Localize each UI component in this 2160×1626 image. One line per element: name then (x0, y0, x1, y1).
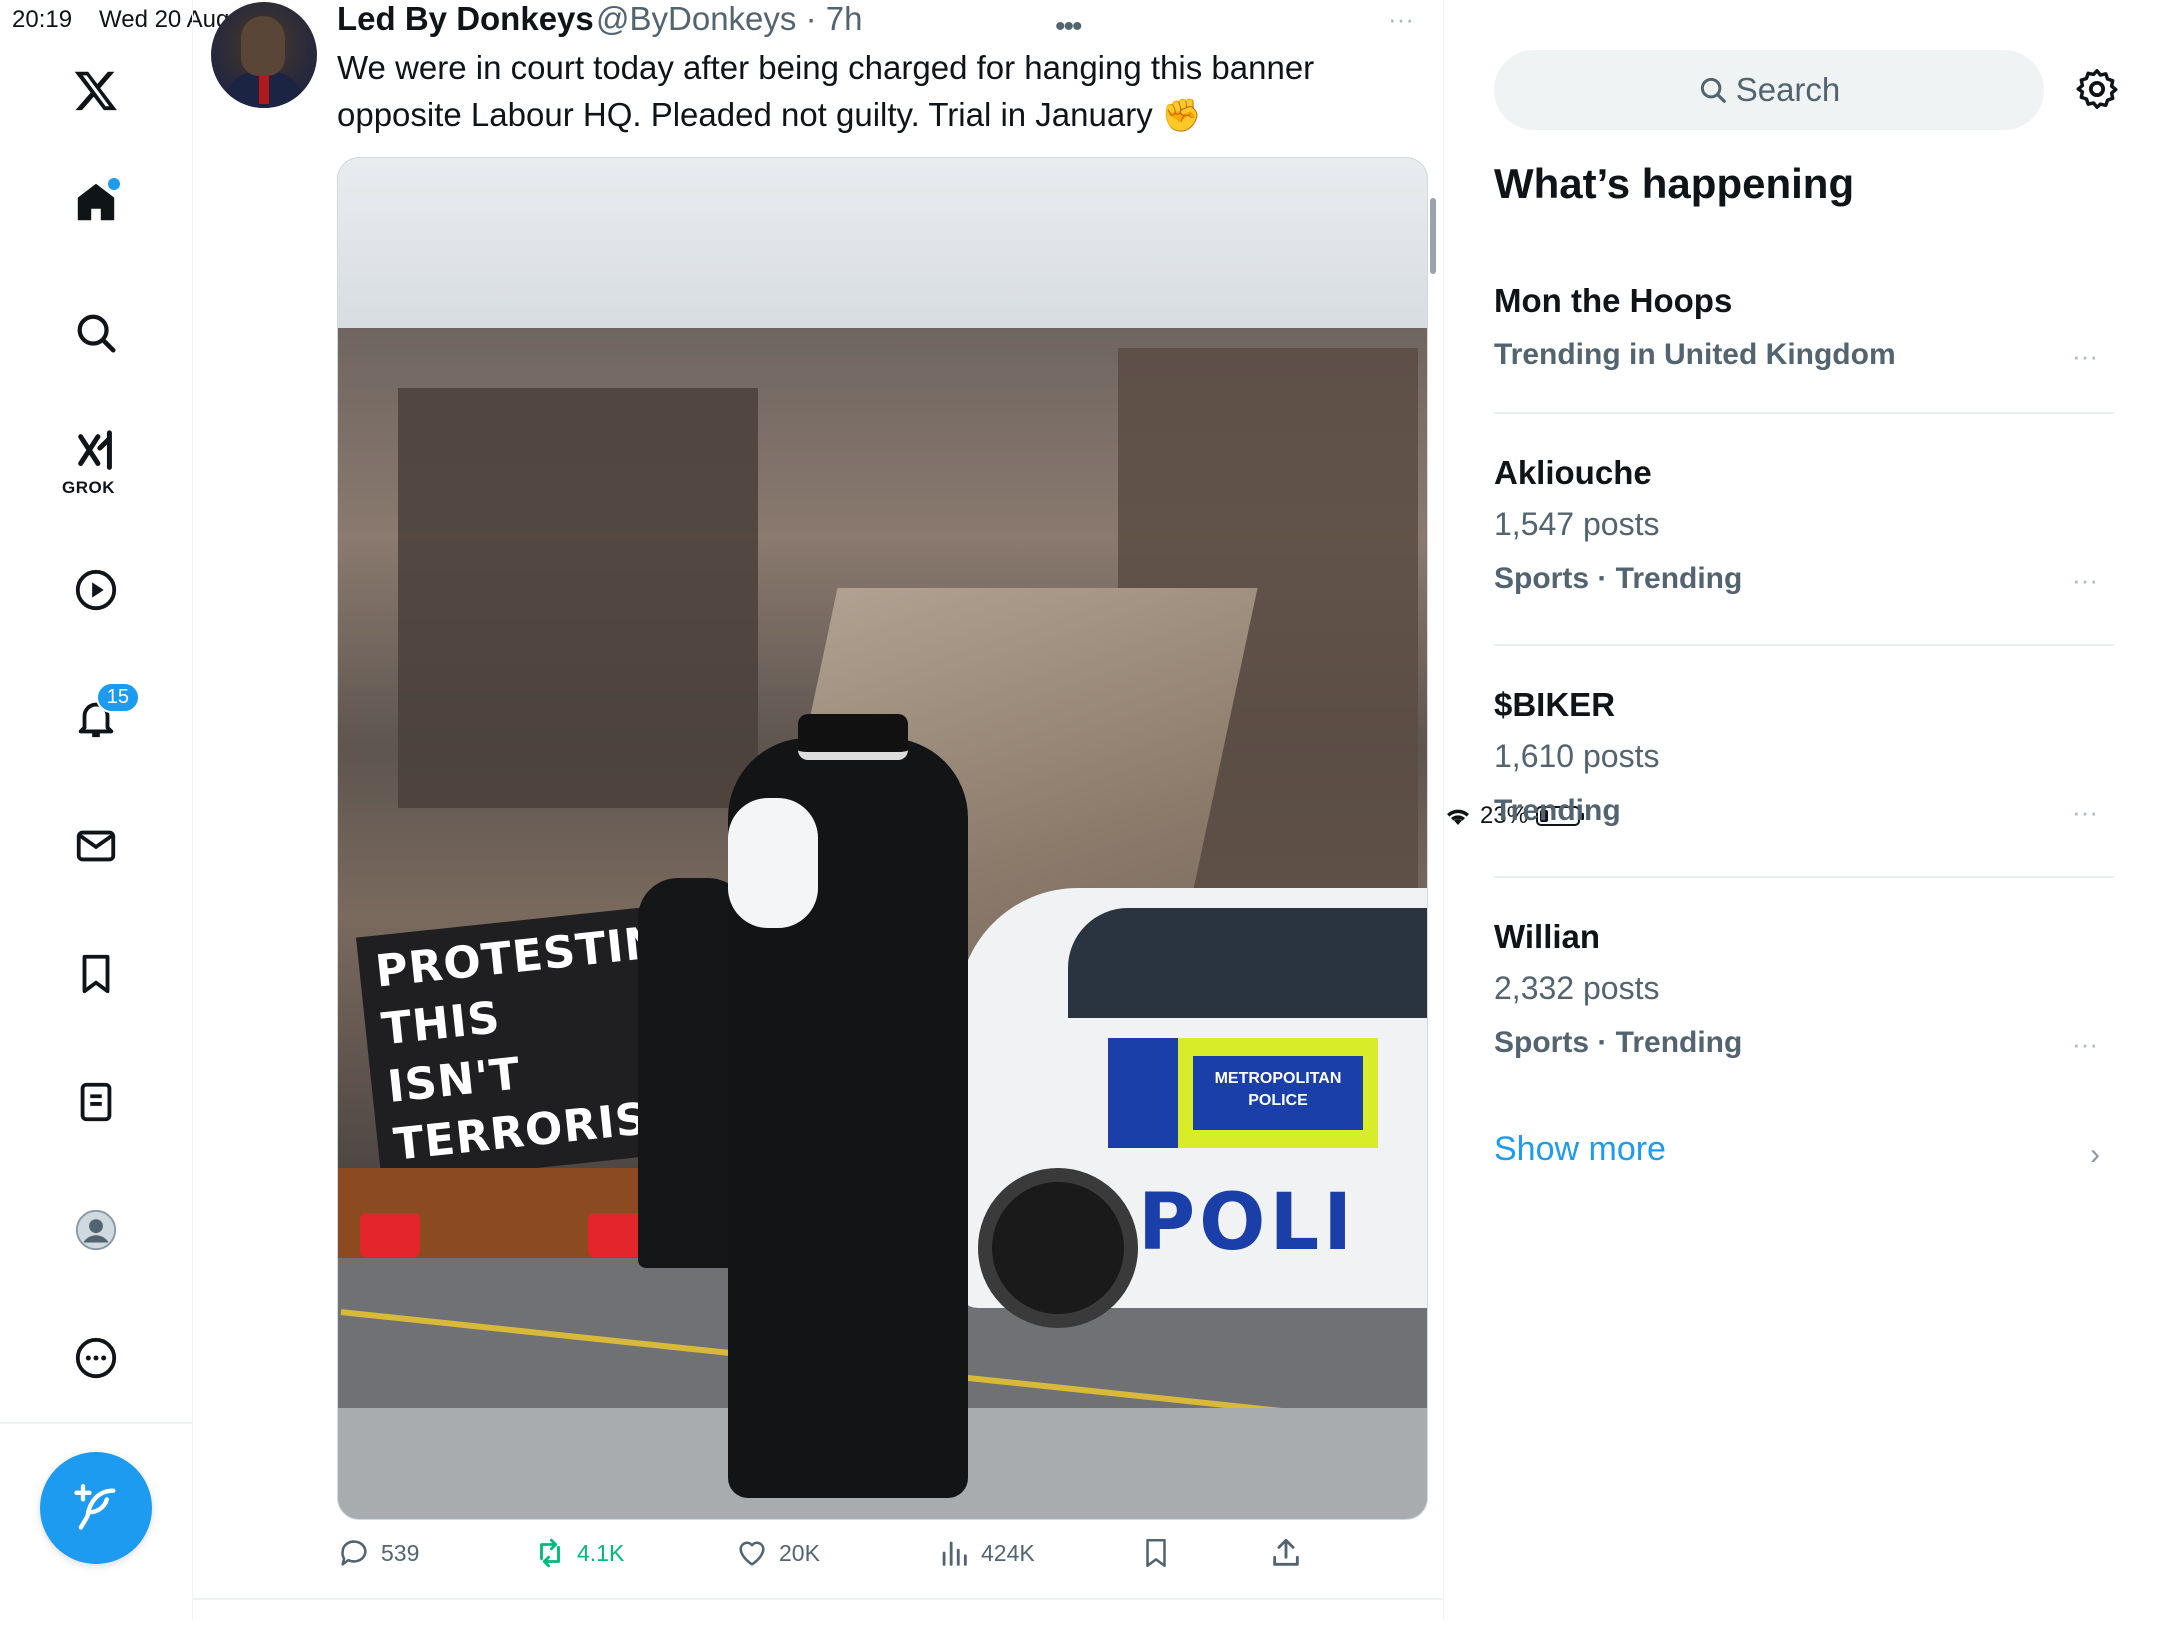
trend-category: Sports · Trending (1494, 562, 1743, 595)
trend-name: Mon the Hoops (1494, 282, 1733, 319)
search-icon[interactable] (68, 305, 124, 361)
reply-button[interactable]: 539 (337, 1536, 419, 1570)
notifications-badge: 15 (95, 682, 140, 713)
car-badge-line2: POLICE (1248, 1092, 1308, 1109)
search-placeholder: Search (1735, 71, 1841, 108)
trend-item[interactable]: Willian 2,332 posts Sports · Trending ··… (1494, 914, 2114, 1070)
like-button[interactable]: 20K (735, 1536, 820, 1570)
main-timeline: Led By Donkeys @ByDonkeys · 7h ••• ··· W… (193, 0, 1444, 1620)
left-nav: GROK 15 (0, 0, 193, 1620)
reply-count: 539 (381, 1539, 420, 1566)
raised-fist-emoji: ✊ (1161, 97, 1202, 133)
car-badge: METROPOLITAN POLICE (1193, 1056, 1363, 1130)
feather-plus-icon (74, 1484, 116, 1530)
trend-name: Willian (1494, 918, 1601, 955)
right-sidebar: Search What’s happening Mon the Hoops Tr… (1444, 0, 2160, 1620)
trend-name: $BIKER (1494, 686, 1616, 723)
home-unread-dot (108, 178, 120, 190)
tweet-text: We were in court today after being charg… (337, 44, 1347, 139)
police-shirt (728, 798, 818, 928)
trend-category: Trending in United Kingdom (1494, 338, 1896, 371)
car-wheel (978, 1168, 1138, 1328)
whats-happening-title: What’s happening (1494, 160, 1855, 207)
profile-avatar-icon[interactable] (68, 1202, 124, 1258)
views-button[interactable]: 424K (937, 1536, 1035, 1570)
tweet-divider (193, 1598, 1443, 1600)
more-options-icon[interactable] (68, 1330, 124, 1386)
trend-item[interactable]: $BIKER 1,610 posts Trending ··· (1494, 682, 2114, 838)
police-car: METROPOLITAN POLICE POLI (958, 888, 1427, 1328)
trend-more-button[interactable]: ··· (2072, 1029, 2098, 1060)
author-handle[interactable]: @ByDonkeys · 7h (596, 0, 862, 38)
bookmark-icon (1146, 1538, 1166, 1568)
tweet-actions: 539 4.1K 20K 424K (337, 1536, 1437, 1580)
grok-icon[interactable] (68, 424, 124, 480)
car-police-text: POLI (1138, 1178, 1357, 1268)
search-icon (1700, 77, 1726, 103)
home-icon[interactable] (68, 174, 124, 230)
reply-icon (341, 1540, 367, 1566)
trend-divider (1494, 876, 2114, 878)
chevron-right-icon: › (2090, 1138, 2100, 1171)
compose-post-button[interactable] (40, 1452, 152, 1564)
trend-more-button[interactable]: ··· (2072, 797, 2098, 828)
repost-count: 4.1K (577, 1539, 625, 1566)
grok-label: GROK (62, 478, 115, 497)
video-icon[interactable] (68, 562, 124, 618)
views-count: 424K (981, 1539, 1035, 1566)
ruined-building-left (398, 388, 758, 808)
scrollbar[interactable] (1430, 198, 1436, 274)
author-avatar[interactable] (211, 2, 317, 108)
grok-analyze-button[interactable]: ••• (1055, 10, 1082, 44)
notifications-bell-icon[interactable]: 15 (68, 682, 140, 746)
tweet-more-button[interactable]: ··· (1388, 4, 1414, 35)
bookmarks-icon[interactable] (68, 946, 124, 1002)
repost-button[interactable]: 4.1K (533, 1536, 624, 1570)
bookmark-button[interactable] (1139, 1536, 1173, 1570)
avatar-tie (259, 76, 269, 104)
like-count: 20K (779, 1539, 820, 1566)
trend-category: Trending (1494, 794, 1621, 827)
avatar-donkey-head (241, 16, 285, 76)
x-logo-icon[interactable] (68, 62, 124, 118)
trend-count: 2,332 posts (1494, 970, 1660, 1006)
trend-divider (1494, 644, 2114, 646)
lists-icon[interactable] (68, 1074, 124, 1130)
repost-icon (540, 1538, 560, 1568)
views-bar-chart-icon (942, 1541, 967, 1566)
trend-item[interactable]: Akliouche 1,547 posts Sports · Trending … (1494, 450, 2114, 606)
trend-count: 1,547 posts (1494, 506, 1660, 542)
trend-name: Akliouche (1494, 454, 1652, 491)
messages-icon[interactable] (68, 818, 124, 874)
trend-item[interactable]: Mon the Hoops Trending in United Kingdom… (1494, 278, 2114, 382)
show-more-link[interactable]: Show more (1494, 1130, 1666, 1169)
road-barrier (360, 1213, 420, 1257)
police-officer-foreground (728, 714, 968, 1498)
author-name[interactable]: Led By Donkeys (337, 0, 594, 38)
police-hat (798, 714, 908, 760)
trend-category: Sports · Trending (1494, 1026, 1743, 1059)
settings-gear-icon[interactable] (2074, 66, 2120, 112)
share-button[interactable] (1269, 1536, 1303, 1570)
car-badge-line1: METROPOLITAN (1214, 1070, 1342, 1087)
trend-more-button[interactable]: ··· (2072, 565, 2098, 596)
heart-icon (739, 1541, 765, 1566)
tweet-photo[interactable]: PROTESTING THIS ISN'T TERRORISM METROPOL… (337, 157, 1428, 1520)
search-bar[interactable]: Search (1494, 50, 2044, 130)
trend-count: 1,610 posts (1494, 738, 1660, 774)
nav-divider (0, 1422, 192, 1424)
share-icon (1273, 1538, 1299, 1566)
trend-divider (1494, 412, 2114, 414)
car-blue-panel (1108, 1038, 1178, 1148)
car-window (1068, 908, 1427, 1018)
trend-more-button[interactable]: ··· (2072, 341, 2098, 372)
